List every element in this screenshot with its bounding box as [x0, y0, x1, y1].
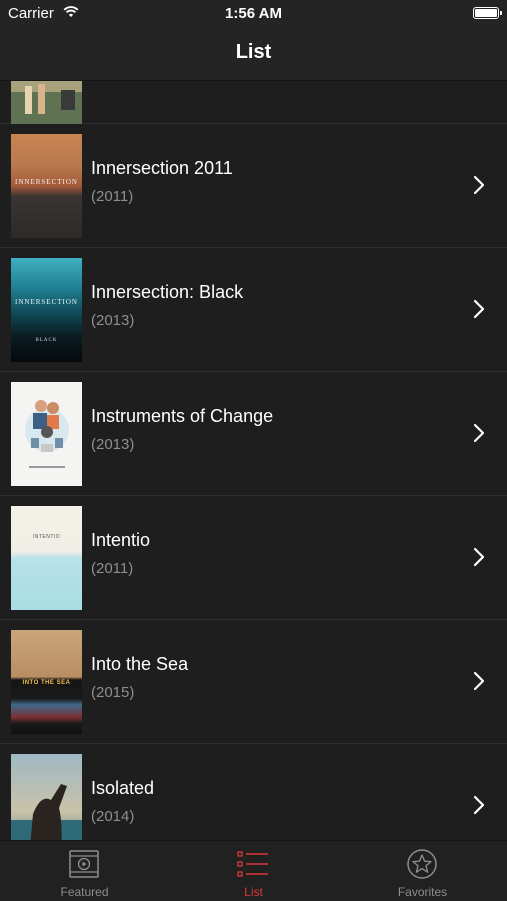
list-item[interactable]: Isolated (2014) [0, 744, 507, 840]
item-year: (2015) [91, 684, 135, 701]
item-year: (2013) [91, 436, 135, 453]
battery-icon [473, 7, 502, 19]
chevron-right-icon [473, 423, 485, 443]
item-title: Intentio [91, 530, 151, 550]
clock: 1:56 AM [225, 5, 282, 22]
chevron-right-icon [473, 175, 485, 195]
star-icon [407, 849, 437, 879]
poster-title: INNERSECTION [15, 178, 78, 186]
poster-thumbnail [11, 80, 82, 124]
chevron-right-icon [473, 547, 485, 567]
poster-thumbnail [11, 382, 82, 486]
poster-title: INTENTIO [32, 534, 61, 540]
tab-bar: Featured List Favorites [0, 840, 507, 901]
poster-thumbnail: INTENTIO [11, 506, 82, 610]
chevron-right-icon [473, 671, 485, 691]
poster-title: INNERSECTION [15, 298, 78, 306]
item-title: Instruments of Change [91, 406, 274, 426]
item-year: (2011) [91, 188, 134, 205]
tab-label: Favorites [397, 885, 448, 899]
tab-featured[interactable]: Featured [0, 841, 169, 901]
list-icon [237, 851, 268, 877]
tab-favorites[interactable]: Favorites [338, 841, 507, 901]
poster-thumbnail: INTO THE SEA [11, 630, 82, 734]
item-year: (2011) [91, 560, 134, 577]
poster-thumbnail [11, 754, 82, 840]
item-title: Innersection 2011 [91, 158, 233, 178]
list-item[interactable]: INNERSECTION BLACK Innersection: Black (… [0, 248, 507, 372]
page-title: List [235, 41, 272, 63]
item-year: (2013) [91, 312, 135, 329]
film-play-icon [69, 850, 99, 878]
status-bar: Carrier 1:56 AM [0, 0, 507, 28]
list-item[interactable]: INTO THE SEA Into the Sea (2015) [0, 620, 507, 744]
item-title: Innersection: Black [91, 282, 244, 302]
poster-thumbnail: INNERSECTION BLACK [11, 258, 82, 362]
tab-list[interactable]: List [169, 841, 338, 901]
list-item-partial[interactable] [0, 80, 507, 124]
poster-title: INTO THE SEA [22, 680, 71, 686]
poster-thumbnail: INNERSECTION [11, 134, 82, 238]
chevron-right-icon [473, 299, 485, 319]
item-year: (2014) [91, 808, 135, 825]
list-item[interactable]: INNERSECTION Innersection 2011 (2011) [0, 124, 507, 248]
list-item[interactable]: Instruments of Change (2013) [0, 372, 507, 496]
poster-subtitle: BLACK [35, 338, 58, 343]
item-title: Into the Sea [91, 654, 189, 674]
tab-label: Featured [60, 885, 109, 899]
chevron-right-icon [473, 795, 485, 815]
navigation-bar: List [0, 28, 507, 81]
list-item[interactable]: INTENTIO Intentio (2011) [0, 496, 507, 620]
tab-label: List [244, 885, 263, 899]
item-title: Isolated [91, 778, 155, 798]
movie-list[interactable]: INNERSECTION Innersection 2011 (2011) IN… [0, 80, 507, 840]
